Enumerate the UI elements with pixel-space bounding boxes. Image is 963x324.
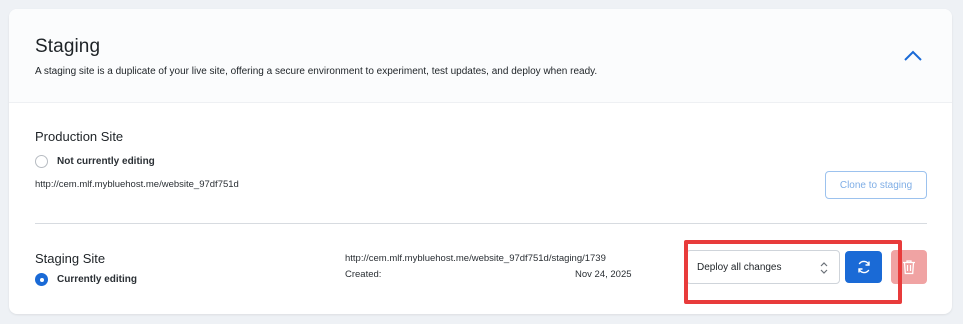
created-label: Created: — [345, 269, 382, 280]
production-status-label: Not currently editing — [57, 156, 155, 167]
staging-status-label: Currently editing — [57, 274, 138, 285]
deploy-select[interactable]: Deploy all changes — [686, 250, 840, 284]
delete-staging-button[interactable] — [891, 250, 927, 284]
staging-status-radio[interactable] — [35, 273, 48, 286]
page-title: Staging — [35, 36, 101, 57]
trash-icon — [903, 260, 915, 275]
divider — [35, 223, 927, 224]
page-description: A staging site is a duplicate of your li… — [35, 66, 598, 77]
collapse-button[interactable] — [899, 46, 927, 66]
production-status-radio[interactable] — [35, 155, 48, 168]
chevron-up-down-icon — [820, 262, 828, 274]
card-header: Staging A staging site is a duplicate of… — [9, 9, 952, 103]
created-date: Nov 24, 2025 — [575, 269, 632, 280]
staging-status: Currently editing — [35, 273, 137, 286]
refresh-icon — [857, 260, 870, 274]
chevron-up-icon — [904, 50, 922, 61]
production-status: Not currently editing — [35, 155, 155, 168]
production-url: http://cem.mlf.mybluehost.me/website_97d… — [35, 179, 239, 190]
staging-card: Staging A staging site is a duplicate of… — [9, 9, 952, 314]
clone-to-staging-button[interactable]: Clone to staging — [825, 171, 927, 199]
staging-url: http://cem.mlf.mybluehost.me/website_97d… — [345, 253, 606, 264]
deploy-button[interactable] — [845, 251, 882, 283]
deploy-select-value: Deploy all changes — [697, 261, 782, 273]
production-site-title: Production Site — [35, 129, 124, 144]
staging-site-title: Staging Site — [35, 251, 106, 266]
